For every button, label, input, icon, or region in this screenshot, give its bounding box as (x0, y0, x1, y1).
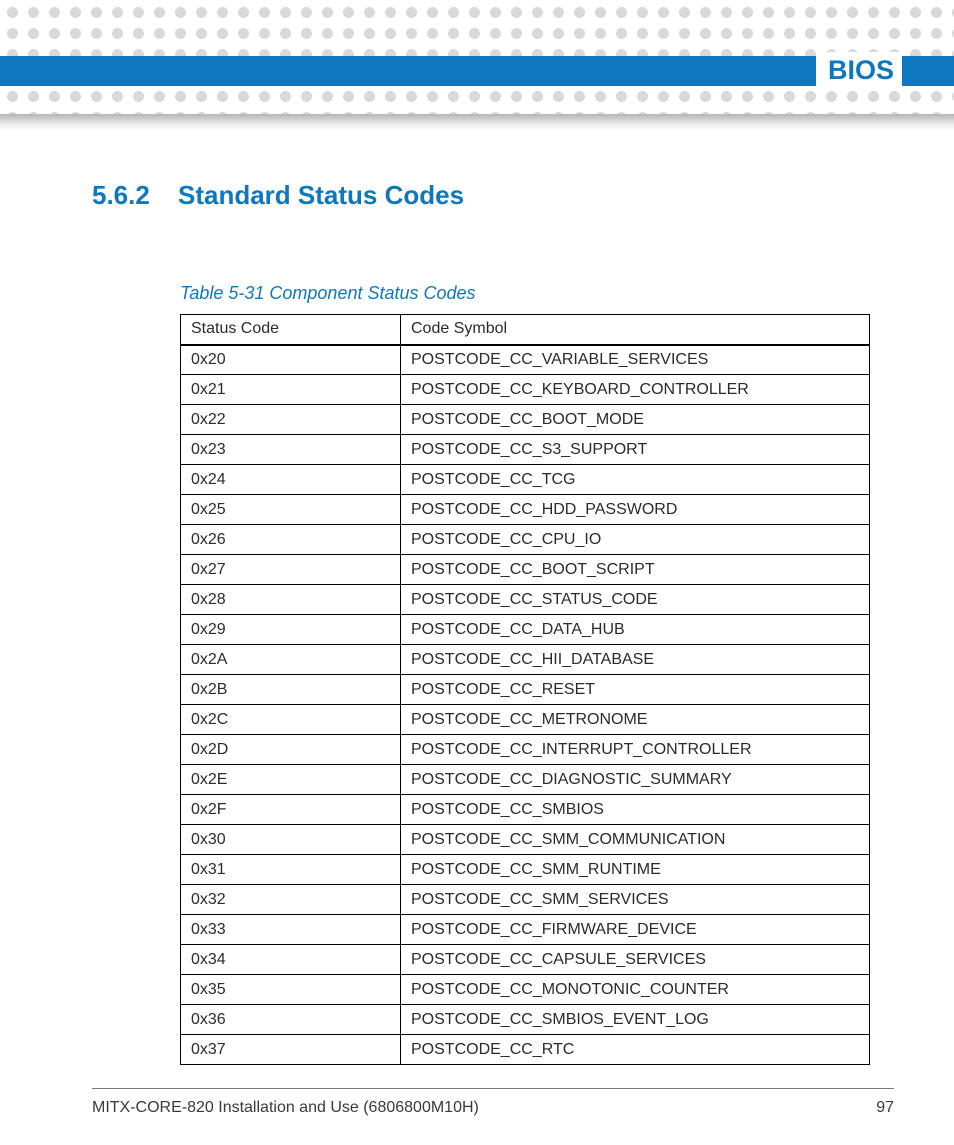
code-symbol-cell: POSTCODE_CC_STATUS_CODE (401, 585, 870, 615)
code-symbol-cell: POSTCODE_CC_METRONOME (401, 705, 870, 735)
header-blue-bar: BIOS (0, 56, 954, 86)
header-chapter-title: BIOS (816, 52, 902, 88)
code-symbol-cell: POSTCODE_CC_RESET (401, 675, 870, 705)
status-code-cell: 0x37 (181, 1035, 401, 1065)
status-code-cell: 0x2A (181, 645, 401, 675)
status-code-cell: 0x26 (181, 525, 401, 555)
table-row: 0x24POSTCODE_CC_TCG (181, 465, 870, 495)
code-symbol-cell: POSTCODE_CC_DATA_HUB (401, 615, 870, 645)
code-symbol-cell: POSTCODE_CC_FIRMWARE_DEVICE (401, 915, 870, 945)
code-symbol-cell: POSTCODE_CC_SMM_COMMUNICATION (401, 825, 870, 855)
status-code-cell: 0x2F (181, 795, 401, 825)
table-header-cell: Code Symbol (401, 315, 870, 345)
section-number: 5.6.2 (92, 180, 178, 211)
table-row: 0x27POSTCODE_CC_BOOT_SCRIPT (181, 555, 870, 585)
table-row: 0x20POSTCODE_CC_VARIABLE_SERVICES (181, 345, 870, 375)
table-row: 0x33POSTCODE_CC_FIRMWARE_DEVICE (181, 915, 870, 945)
table-row: 0x2DPOSTCODE_CC_INTERRUPT_CONTROLLER (181, 735, 870, 765)
status-code-cell: 0x24 (181, 465, 401, 495)
status-code-cell: 0x29 (181, 615, 401, 645)
code-symbol-cell: POSTCODE_CC_CAPSULE_SERVICES (401, 945, 870, 975)
table-row: 0x2FPOSTCODE_CC_SMBIOS (181, 795, 870, 825)
status-code-cell: 0x22 (181, 405, 401, 435)
status-code-cell: 0x36 (181, 1005, 401, 1035)
status-code-cell: 0x2D (181, 735, 401, 765)
section-heading: 5.6.2Standard Status Codes (92, 180, 894, 211)
status-code-cell: 0x32 (181, 885, 401, 915)
page-header: BIOS (0, 56, 954, 130)
table-row: 0x2APOSTCODE_CC_HII_DATABASE (181, 645, 870, 675)
status-code-cell: 0x35 (181, 975, 401, 1005)
header-gradient-rule (0, 114, 954, 130)
status-code-cell: 0x30 (181, 825, 401, 855)
table-row: 0x2EPOSTCODE_CC_DIAGNOSTIC_SUMMARY (181, 765, 870, 795)
code-symbol-cell: POSTCODE_CC_KEYBOARD_CONTROLLER (401, 375, 870, 405)
status-code-cell: 0x31 (181, 855, 401, 885)
code-symbol-cell: POSTCODE_CC_VARIABLE_SERVICES (401, 345, 870, 375)
status-code-cell: 0x23 (181, 435, 401, 465)
status-codes-table: Status Code Code Symbol 0x20POSTCODE_CC_… (180, 314, 870, 1065)
page-content: 5.6.2Standard Status Codes Table 5-31 Co… (92, 180, 894, 1065)
footer-doc-title: MITX-CORE-820 Installation and Use (6806… (92, 1099, 479, 1117)
table-row: 0x31POSTCODE_CC_SMM_RUNTIME (181, 855, 870, 885)
table-caption: Table 5-31 Component Status Codes (180, 283, 894, 304)
code-symbol-cell: POSTCODE_CC_INTERRUPT_CONTROLLER (401, 735, 870, 765)
table-row: 0x36POSTCODE_CC_SMBIOS_EVENT_LOG (181, 1005, 870, 1035)
code-symbol-cell: POSTCODE_CC_HII_DATABASE (401, 645, 870, 675)
table-row: 0x37POSTCODE_CC_RTC (181, 1035, 870, 1065)
status-code-cell: 0x2C (181, 705, 401, 735)
footer-page-number: 97 (876, 1099, 894, 1117)
table-row: 0x34POSTCODE_CC_CAPSULE_SERVICES (181, 945, 870, 975)
table-row: 0x26POSTCODE_CC_CPU_IO (181, 525, 870, 555)
table-row: 0x32POSTCODE_CC_SMM_SERVICES (181, 885, 870, 915)
table-row: 0x25POSTCODE_CC_HDD_PASSWORD (181, 495, 870, 525)
table-header-cell: Status Code (181, 315, 401, 345)
table-row: 0x2CPOSTCODE_CC_METRONOME (181, 705, 870, 735)
code-symbol-cell: POSTCODE_CC_SMM_RUNTIME (401, 855, 870, 885)
code-symbol-cell: POSTCODE_CC_SMBIOS_EVENT_LOG (401, 1005, 870, 1035)
status-code-cell: 0x25 (181, 495, 401, 525)
code-symbol-cell: POSTCODE_CC_BOOT_MODE (401, 405, 870, 435)
code-symbol-cell: POSTCODE_CC_TCG (401, 465, 870, 495)
code-symbol-cell: POSTCODE_CC_MONOTONIC_COUNTER (401, 975, 870, 1005)
page-footer: MITX-CORE-820 Installation and Use (6806… (92, 1088, 894, 1117)
table-row: 0x2BPOSTCODE_CC_RESET (181, 675, 870, 705)
table-row: 0x35POSTCODE_CC_MONOTONIC_COUNTER (181, 975, 870, 1005)
status-code-cell: 0x21 (181, 375, 401, 405)
code-symbol-cell: POSTCODE_CC_RTC (401, 1035, 870, 1065)
status-code-cell: 0x2E (181, 765, 401, 795)
table-header-row: Status Code Code Symbol (181, 315, 870, 345)
status-code-cell: 0x28 (181, 585, 401, 615)
section-title: Standard Status Codes (178, 180, 464, 210)
table-row: 0x30POSTCODE_CC_SMM_COMMUNICATION (181, 825, 870, 855)
status-code-cell: 0x20 (181, 345, 401, 375)
table-row: 0x28POSTCODE_CC_STATUS_CODE (181, 585, 870, 615)
code-symbol-cell: POSTCODE_CC_HDD_PASSWORD (401, 495, 870, 525)
table-row: 0x22POSTCODE_CC_BOOT_MODE (181, 405, 870, 435)
code-symbol-cell: POSTCODE_CC_SMBIOS (401, 795, 870, 825)
table-row: 0x23POSTCODE_CC_S3_SUPPORT (181, 435, 870, 465)
code-symbol-cell: POSTCODE_CC_DIAGNOSTIC_SUMMARY (401, 765, 870, 795)
code-symbol-cell: POSTCODE_CC_BOOT_SCRIPT (401, 555, 870, 585)
table-row: 0x21POSTCODE_CC_KEYBOARD_CONTROLLER (181, 375, 870, 405)
status-code-cell: 0x2B (181, 675, 401, 705)
code-symbol-cell: POSTCODE_CC_CPU_IO (401, 525, 870, 555)
status-code-cell: 0x33 (181, 915, 401, 945)
code-symbol-cell: POSTCODE_CC_S3_SUPPORT (401, 435, 870, 465)
code-symbol-cell: POSTCODE_CC_SMM_SERVICES (401, 885, 870, 915)
status-code-cell: 0x34 (181, 945, 401, 975)
table-row: 0x29POSTCODE_CC_DATA_HUB (181, 615, 870, 645)
status-code-cell: 0x27 (181, 555, 401, 585)
